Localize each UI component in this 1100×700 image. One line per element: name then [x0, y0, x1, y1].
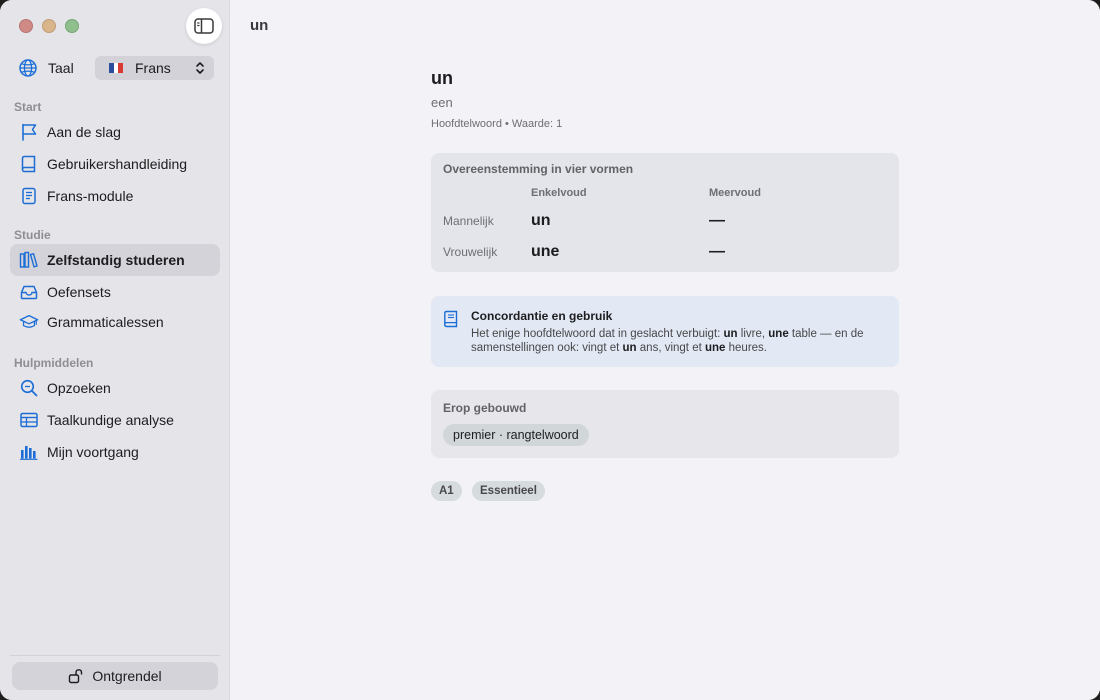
entry-translation: een: [431, 95, 453, 110]
language-select[interactable]: Frans: [95, 56, 214, 80]
globe-icon: [19, 59, 37, 77]
document-icon: [22, 187, 36, 205]
tag-priority: Essentieel: [472, 481, 545, 501]
entry-meta: Hoofdtelwoord • Waarde: 1: [431, 118, 563, 130]
sidebar-toggle-button[interactable]: [186, 8, 222, 44]
section-label-start: Start: [14, 100, 42, 114]
sidebar-item-label: Frans-module: [47, 188, 134, 204]
sidebar-item-zelfstandig-studeren[interactable]: Zelfstandig studeren: [10, 244, 220, 276]
entry-word: un: [431, 68, 453, 88]
cell-feminine-singular: une: [531, 243, 560, 260]
chevron-up-down-icon: [196, 62, 204, 74]
book-icon: [21, 155, 36, 173]
sidebar-item-oefensets[interactable]: Oefensets: [10, 276, 220, 308]
sidebar-item-gebruikershandleiding[interactable]: Gebruikershandleiding: [10, 148, 220, 180]
section-label-studie: Studie: [14, 228, 51, 242]
sidebar-item-label: Gebruikershandleiding: [47, 156, 188, 172]
table-icon: [20, 412, 38, 428]
column-header-plural: Meervoud: [709, 187, 761, 199]
unlock-button[interactable]: Ontgrendel: [12, 662, 218, 690]
sidebar-item-mijn-voortgang[interactable]: Mijn voortgang: [10, 436, 220, 468]
unlock-icon: [69, 669, 83, 684]
related-word-chip[interactable]: premier · rangtelwoord: [443, 424, 589, 446]
tag-level: A1: [431, 481, 462, 501]
column-header-singular: Enkelvoud: [531, 187, 587, 199]
books-icon: [19, 251, 38, 268]
row-header-masculine: Mannelijk: [443, 214, 494, 228]
sidebar-item-label: Aan de slag: [47, 124, 121, 140]
magnifier-icon: [20, 379, 38, 397]
sidebar-item-frans-module[interactable]: Frans-module: [10, 180, 220, 212]
sidebar-item-label: Mijn voortgang: [47, 444, 139, 460]
flag-icon: [22, 123, 37, 141]
window-controls: [19, 19, 79, 33]
agreement-card: Overeenstemming in vier vormen Enkelvoud…: [431, 153, 899, 272]
sidebar-item-label: Oefensets: [47, 284, 111, 300]
built-on-card: Erop gebouwd premier · rangtelwoord: [431, 390, 899, 458]
zoom-window-button[interactable]: [65, 19, 79, 33]
sidebar-item-label: Opzoeken: [47, 380, 111, 396]
book-icon: [444, 310, 458, 328]
sidebar-icon: [194, 18, 214, 34]
sidebar-divider: [10, 655, 220, 656]
france-flag-icon: [109, 63, 124, 73]
sidebar-item-opzoeken[interactable]: Opzoeken: [10, 372, 220, 404]
row-header-feminine: Vrouwelijk: [443, 245, 498, 259]
section-label-hulpmiddelen: Hulpmiddelen: [14, 356, 94, 370]
app-window: Taal Frans Start Aan de slag Gebruikersh…: [0, 0, 1100, 700]
unlock-button-label: Ontgrendel: [92, 668, 162, 684]
usage-note-text: Het enige hoofdtelwoord dat in geslacht …: [471, 328, 864, 354]
cell-masculine-plural: —: [709, 212, 725, 229]
tray-icon: [20, 285, 38, 300]
sidebar: Taal Frans Start Aan de slag Gebruikersh…: [0, 0, 230, 700]
window-title: un: [250, 17, 269, 34]
sidebar-item-grammaticalessen[interactable]: Grammaticalessen: [10, 306, 220, 338]
sidebar-item-label: Taalkundige analyse: [47, 412, 174, 428]
sidebar-item-taalkundige-analyse[interactable]: Taalkundige analyse: [10, 404, 220, 436]
language-row: Taal Frans: [18, 56, 214, 80]
graduation-cap-icon: [19, 314, 39, 328]
sidebar-item-label: Grammaticalessen: [47, 314, 164, 330]
language-select-value: Frans: [135, 60, 171, 76]
sidebar-item-label: Zelfstandig studeren: [47, 252, 185, 268]
agreement-heading: Overeenstemming in vier vormen: [443, 162, 634, 176]
usage-note-card: Concordantie en gebruik Het enige hoofdt…: [431, 296, 899, 367]
minimize-window-button[interactable]: [42, 19, 56, 33]
main-content: un un een Hoofdtelwoord • Waarde: 1 Over…: [230, 0, 1100, 700]
cell-masculine-singular: un: [531, 212, 551, 229]
language-label: Taal: [48, 60, 74, 76]
sidebar-item-aan-de-slag[interactable]: Aan de slag: [10, 116, 220, 148]
cell-feminine-plural: —: [709, 243, 725, 260]
usage-note-title: Concordantie en gebruik: [471, 309, 613, 323]
close-window-button[interactable]: [19, 19, 33, 33]
built-on-heading: Erop gebouwd: [443, 401, 527, 415]
bar-chart-icon: [20, 446, 38, 460]
